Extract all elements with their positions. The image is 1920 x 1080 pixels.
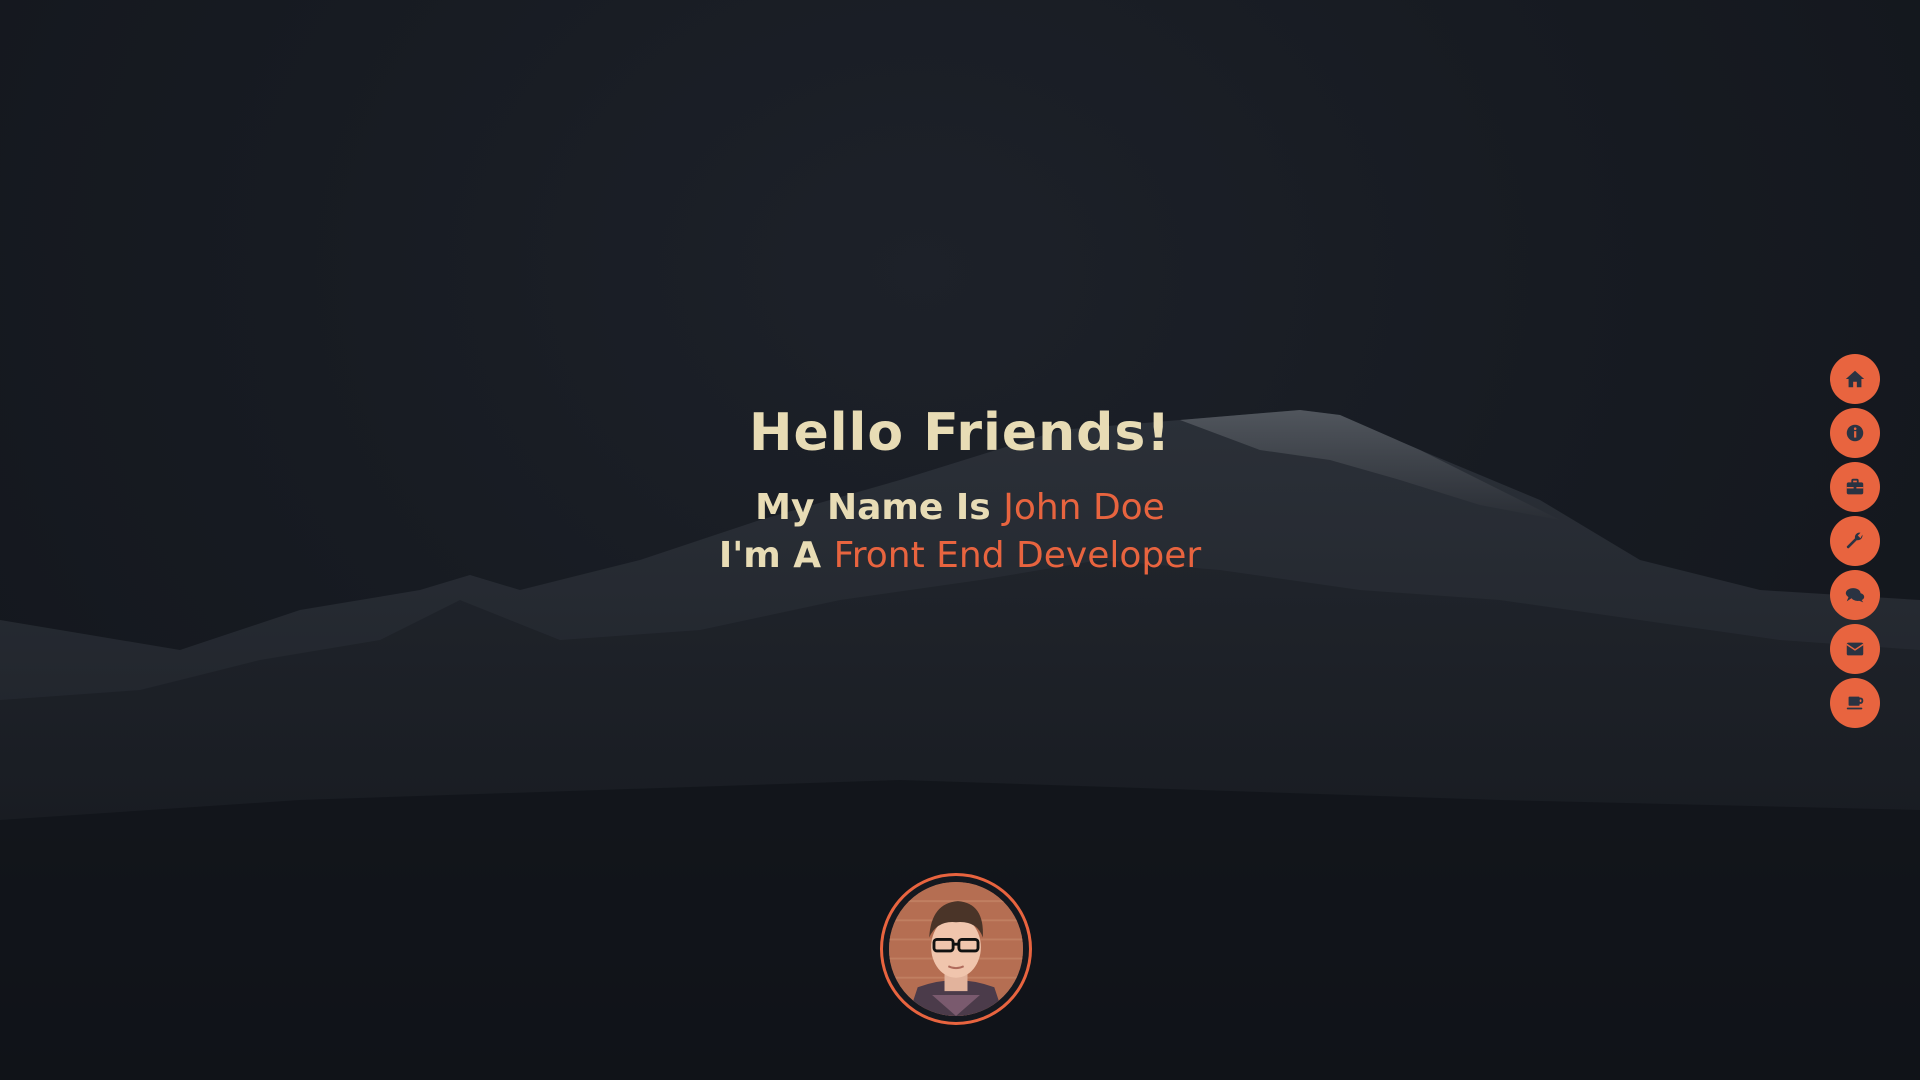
nav-coffee-button[interactable] [1830, 678, 1880, 728]
wrench-icon [1846, 532, 1863, 549]
name-value: John Doe [1003, 487, 1165, 528]
name-line: My Name Is John Doe [0, 484, 1920, 532]
home-icon [1845, 370, 1865, 388]
role-prefix: I'm A [718, 535, 834, 576]
coffee-icon [1846, 696, 1864, 710]
profile-avatar [880, 873, 1032, 1025]
intro-text: My Name Is John Doe I'm A Front End Deve… [0, 484, 1920, 580]
avatar-photo [889, 882, 1023, 1016]
hero-page: Hello Friends! My Name Is John Doe I'm A… [0, 0, 1920, 1080]
greeting-heading: Hello Friends! [748, 403, 1172, 463]
nav-portfolio-button[interactable] [1830, 462, 1880, 512]
nav-skills-button[interactable] [1830, 516, 1880, 566]
side-navigation [1830, 354, 1880, 732]
name-prefix: My Name Is [755, 487, 1004, 528]
role-line: I'm A Front End Developer [0, 532, 1920, 580]
briefcase-icon [1846, 478, 1864, 495]
role-value: Front End Developer [833, 535, 1202, 576]
envelope-icon [1846, 642, 1864, 656]
hero-section: Hello Friends! My Name Is John Doe I'm A… [0, 398, 1920, 580]
nav-testimonials-button[interactable] [1830, 570, 1880, 620]
nav-home-button[interactable] [1830, 354, 1880, 404]
info-icon [1846, 424, 1864, 442]
nav-about-button[interactable] [1830, 408, 1880, 458]
comments-icon [1845, 588, 1865, 603]
nav-contact-button[interactable] [1830, 624, 1880, 674]
